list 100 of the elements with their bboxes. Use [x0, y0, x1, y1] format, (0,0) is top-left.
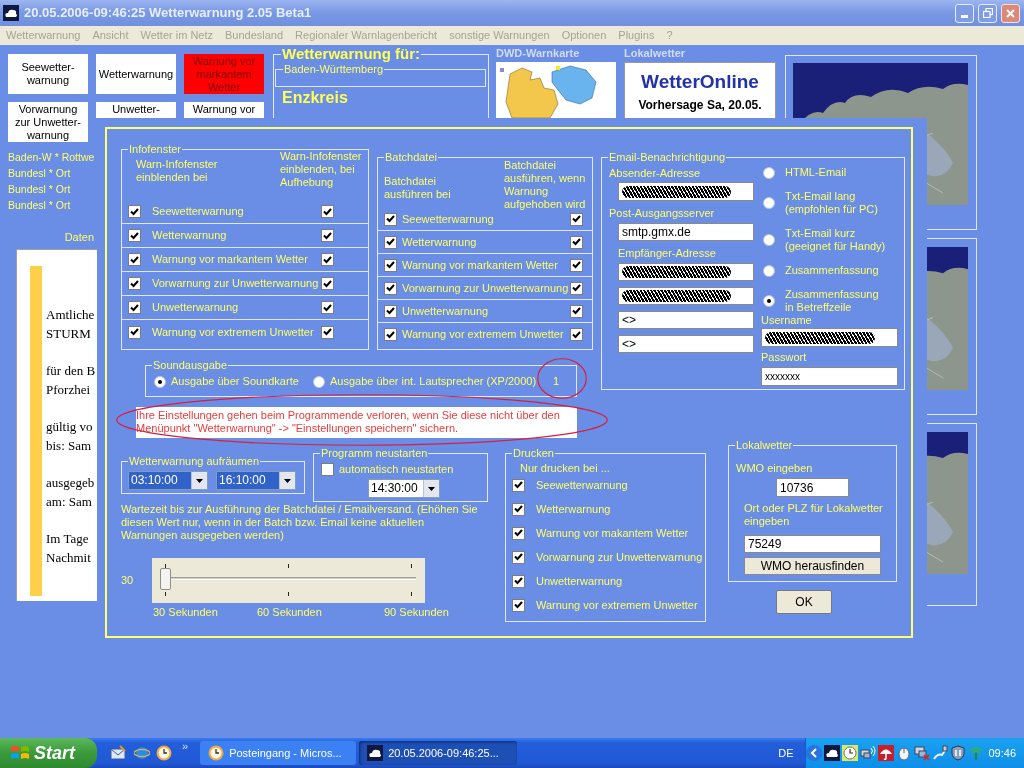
restore-button[interactable]: [978, 3, 997, 23]
radio-label[interactable]: Zusammenfassung: [785, 264, 886, 277]
checkbox-label[interactable]: Vorwarnung zur Unwetterwarnung: [152, 277, 321, 290]
envelope-icon[interactable]: [110, 745, 126, 761]
dropdown-button[interactable]: [279, 472, 295, 489]
checkbox[interactable]: [384, 304, 397, 318]
checkbox-label[interactable]: Warnung vor markantem Wetter: [402, 258, 570, 272]
more-button[interactable]: »: [182, 740, 189, 753]
radio-button[interactable]: [763, 295, 775, 307]
checkbox[interactable]: [512, 598, 525, 612]
checkbox-label[interactable]: Wetterwarnung: [402, 235, 570, 249]
taskbar-button[interactable]: 20.05.2006-09:46:25...: [359, 741, 518, 765]
checkbox-label[interactable]: Warnung vor extremem Unwetter: [536, 598, 698, 612]
radio-button[interactable]: [763, 264, 775, 277]
text-field[interactable]: [618, 287, 754, 305]
warning-level-button[interactable]: Unwetter-: [96, 102, 176, 118]
checkbox[interactable]: [570, 304, 583, 318]
radio-button[interactable]: [154, 375, 166, 388]
checkbox[interactable]: [384, 258, 397, 272]
checkbox-label[interactable]: Warnung vor makantem Wetter: [536, 526, 689, 540]
checkbox-label[interactable]: automatisch neustarten: [339, 463, 454, 476]
checkbox[interactable]: [128, 253, 141, 266]
ok-button[interactable]: OK: [776, 590, 832, 614]
checkbox[interactable]: [128, 229, 141, 242]
text-field[interactable]: <>: [618, 311, 754, 329]
radio-label[interactable]: HTML-Email: [785, 166, 886, 179]
checkbox[interactable]: [512, 502, 525, 516]
checkbox-label[interactable]: Warnung vor extremem Unwetter: [402, 328, 570, 341]
checkbox[interactable]: [570, 281, 583, 295]
text-field[interactable]: <>: [618, 335, 754, 353]
language-indicator[interactable]: DE: [778, 744, 794, 762]
checkbox-label[interactable]: Unwetterwarnung: [152, 301, 321, 314]
text-field[interactable]: 75249: [744, 535, 881, 553]
radio-button[interactable]: [763, 234, 775, 246]
warning-level-button[interactable]: Seewetter-warnung: [8, 54, 88, 94]
checkbox-label[interactable]: Vorwarnung zur Unwetterwarnung: [402, 281, 570, 295]
checkbox-label[interactable]: Warnung vor markantem Wetter: [152, 253, 321, 266]
checkbox-label[interactable]: Wetterwarnung: [152, 229, 321, 242]
planet-icon[interactable]: [134, 745, 150, 761]
radio-label[interactable]: Txt-Email lang (empfohlen für PC): [785, 190, 886, 216]
time-dropdown[interactable]: 14:30:00: [368, 479, 440, 498]
warning-level-button[interactable]: Warnung vor: [184, 102, 264, 118]
checkbox[interactable]: [321, 463, 334, 476]
warning-level-button[interactable]: Warnung vor markantem Wetter: [184, 54, 264, 94]
checkbox[interactable]: [512, 526, 525, 540]
taskbar-button[interactable]: Posteingang - Micros...: [200, 741, 357, 765]
text-field[interactable]: [618, 182, 754, 201]
radio-label[interactable]: Txt-Email kurz (geeignet für Handy): [785, 227, 886, 253]
minimize-button[interactable]: [955, 3, 974, 23]
checkbox[interactable]: [384, 328, 397, 341]
time-dropdown[interactable]: 16:10:00: [216, 471, 296, 490]
monitor-cross-icon[interactable]: [914, 745, 931, 761]
checkbox[interactable]: [570, 235, 583, 249]
region-entry[interactable]: Bundesl * Ort: [8, 181, 71, 197]
checkbox-label[interactable]: Seewetterwarnung: [536, 478, 628, 492]
region-entry[interactable]: Bundesl * Ort: [8, 165, 71, 181]
umbrella-icon[interactable]: [878, 745, 895, 761]
checkbox-label[interactable]: Seewetterwarnung: [402, 212, 570, 226]
checkbox-label[interactable]: Wetterwarnung: [536, 502, 611, 516]
slider-thumb[interactable]: [160, 568, 171, 590]
text-field[interactable]: smtp.gmx.de: [618, 223, 754, 241]
checkbox[interactable]: [128, 277, 141, 290]
checkbox[interactable]: [321, 253, 334, 266]
clock-icon[interactable]: [842, 745, 859, 761]
monitor-icon[interactable]: [860, 745, 877, 761]
mouse-icon[interactable]: [896, 745, 913, 761]
cloud-icon[interactable]: [824, 745, 841, 761]
checkbox[interactable]: [321, 277, 334, 290]
start-button[interactable]: Start: [0, 738, 97, 768]
warning-level-button[interactable]: Vorwarnung zur Unwetter-warnung: [8, 102, 88, 142]
checkbox[interactable]: [128, 205, 141, 218]
checkbox[interactable]: [321, 301, 334, 314]
dropdown-button[interactable]: [191, 472, 207, 489]
checkbox[interactable]: [384, 212, 397, 226]
radio-button[interactable]: [763, 197, 775, 209]
time-dropdown[interactable]: 03:10:00: [128, 471, 208, 490]
find-button[interactable]: WMO herausfinden: [744, 557, 881, 575]
checkbox[interactable]: [384, 281, 397, 295]
warning-level-button[interactable]: Wetterwarnung: [96, 54, 176, 94]
checkbox[interactable]: [512, 550, 525, 564]
clock-icon[interactable]: [156, 745, 172, 761]
checkbox-label[interactable]: Vorwarnung zur Unwetterwarnung: [536, 550, 703, 564]
radio-button[interactable]: [313, 375, 325, 388]
checkbox[interactable]: [321, 325, 334, 339]
checkbox[interactable]: [321, 205, 334, 218]
checkbox[interactable]: [512, 574, 525, 588]
radio-button[interactable]: [763, 166, 775, 179]
checkbox-label[interactable]: Warnung vor extremem Unwetter: [152, 325, 321, 339]
checkbox[interactable]: [128, 301, 141, 314]
checkbox[interactable]: [128, 325, 141, 339]
checkbox[interactable]: [384, 235, 397, 249]
radio-label[interactable]: Ausgabe über Soundkarte: [171, 375, 299, 388]
text-field[interactable]: xxxxxxx: [761, 367, 898, 386]
checkbox[interactable]: [570, 212, 583, 226]
region-entry[interactable]: Baden-W * Rottwe: [8, 149, 95, 165]
radio-label[interactable]: Ausgabe über int. Lautsprecher (XP/2000): [330, 375, 537, 388]
checkbox[interactable]: [321, 229, 334, 242]
checkbox[interactable]: [570, 258, 583, 272]
checkbox-label[interactable]: Unwetterwarnung: [536, 574, 623, 588]
slider[interactable]: [152, 558, 425, 603]
